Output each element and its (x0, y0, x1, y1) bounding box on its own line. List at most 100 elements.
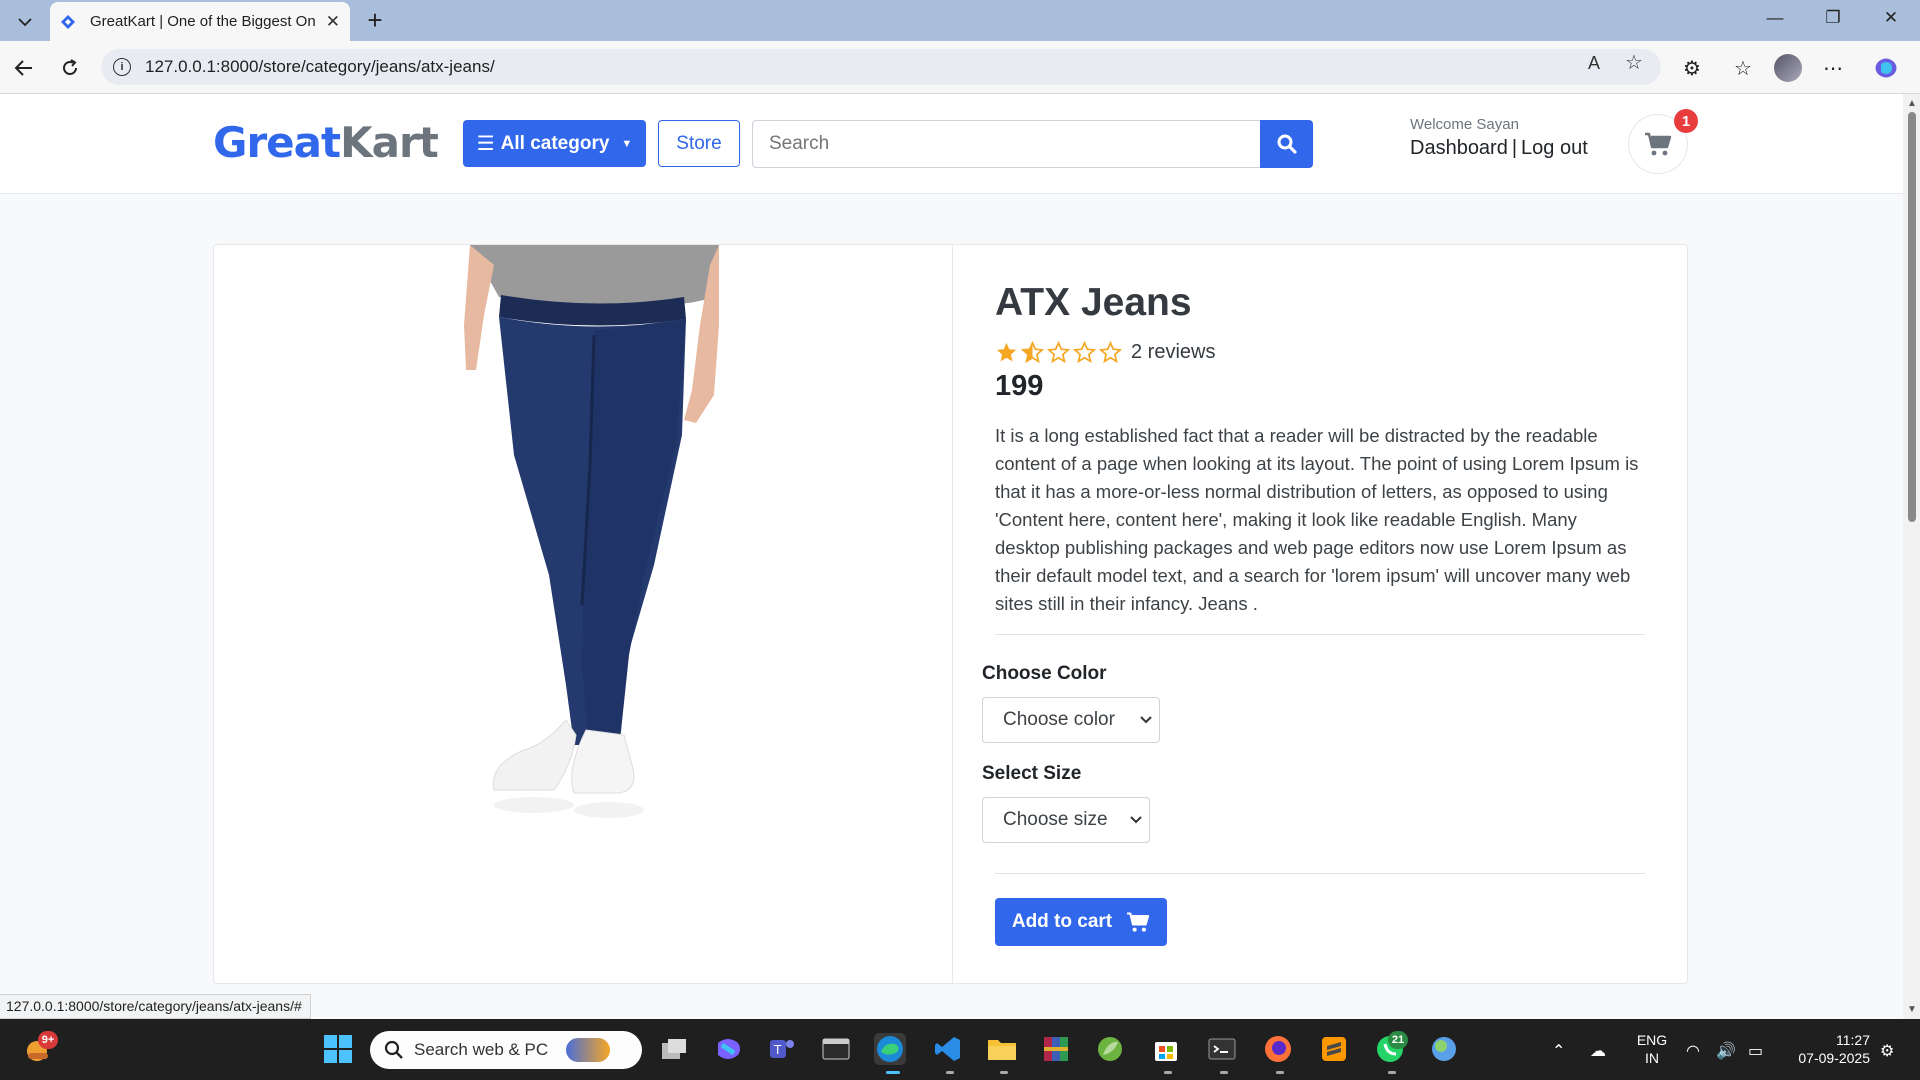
color-select[interactable]: Choose color (982, 697, 1160, 743)
copilot-app-icon[interactable] (712, 1033, 744, 1065)
browser-toolbar: i 127.0.0.1:8000/store/category/jeans/at… (0, 41, 1920, 94)
window-close-button[interactable]: ✕ (1876, 8, 1906, 28)
product-price: 199 (995, 370, 1044, 402)
address-url: 127.0.0.1:8000/store/category/jeans/atx-… (145, 57, 495, 76)
product-description: It is a long established fact that a rea… (995, 425, 1639, 614)
product-image[interactable] (214, 245, 952, 985)
language-code: ENG (1636, 1032, 1668, 1048)
star-empty-icon (1073, 341, 1096, 364)
star-half-icon (1021, 341, 1044, 364)
add-to-cart-button[interactable]: Add to cart (995, 898, 1167, 946)
tab-close-icon[interactable]: ✕ (326, 12, 340, 32)
command-prompt-icon[interactable] (1206, 1033, 1238, 1065)
tray-chevron-up-icon[interactable]: ⌃ (1552, 1041, 1565, 1061)
clock[interactable]: 11:27 07-09-2025 (1780, 1031, 1870, 1067)
spring-tool-icon[interactable] (1094, 1033, 1126, 1065)
taskbar-search-text: Search web & PC (414, 1040, 549, 1059)
site-favicon-icon (60, 14, 76, 30)
page-scrollbar[interactable]: ▲ ▼ (1903, 94, 1920, 1019)
extensions-icon[interactable]: ⚙ (1676, 52, 1708, 84)
search-highlight-icon (566, 1038, 611, 1062)
maximize-button[interactable]: ❐ (1818, 8, 1848, 28)
cart-icon (1645, 132, 1672, 156)
browser-tab-bar: GreatKart | One of the Biggest On ✕ + — … (0, 0, 1920, 41)
explorer-running-indicator (1000, 1071, 1008, 1074)
site-info-icon[interactable]: i (113, 58, 131, 76)
vscode-icon[interactable] (932, 1033, 964, 1065)
file-explorer-icon[interactable] (986, 1033, 1018, 1065)
cart-icon (1127, 912, 1150, 932)
taskbar-search[interactable]: Search web & PC (370, 1031, 642, 1069)
whatsapp-running-indicator (1388, 1071, 1396, 1074)
welcome-text: Welcome Sayan (1410, 116, 1519, 133)
teams-icon[interactable]: T (766, 1033, 798, 1065)
site-logo[interactable]: GreatKart (213, 118, 439, 167)
minimize-button[interactable]: — (1760, 8, 1790, 28)
more-menu-icon[interactable]: ⋯ (1817, 52, 1849, 84)
scroll-up-icon[interactable]: ▲ (1907, 98, 1917, 109)
browser-tab[interactable]: GreatKart | One of the Biggest On ✕ (50, 2, 350, 41)
read-aloud-icon[interactable]: A (1588, 53, 1600, 74)
wifi-icon[interactable]: ◠ (1686, 1041, 1700, 1061)
weather-app-icon[interactable] (1428, 1033, 1460, 1065)
microsoft-store-icon[interactable] (1150, 1033, 1182, 1065)
profile-avatar[interactable] (1772, 52, 1804, 84)
size-select[interactable]: Choose size (982, 797, 1150, 843)
store-button[interactable]: Store (658, 120, 740, 167)
edge-active-indicator (886, 1071, 900, 1074)
search-button[interactable] (1260, 120, 1313, 168)
favorite-star-icon[interactable]: ☆ (1625, 50, 1643, 75)
task-view-icon[interactable] (658, 1033, 690, 1065)
size-select-value: Choose size (1003, 809, 1108, 830)
logout-link[interactable]: Log out (1521, 137, 1588, 159)
chevron-down-icon (18, 18, 32, 27)
hamburger-icon: ☰ (476, 133, 495, 155)
new-tab-button[interactable]: + (360, 5, 390, 36)
volume-icon[interactable]: 🔊 (1716, 1041, 1736, 1061)
back-button[interactable] (8, 52, 40, 84)
winrar-icon[interactable] (1040, 1033, 1072, 1065)
tab-list-button[interactable] (8, 8, 42, 36)
jeans-photo (464, 245, 719, 818)
search-form (752, 120, 1313, 168)
divider (995, 634, 1645, 635)
language-indicator[interactable]: ENG IN (1632, 1031, 1672, 1067)
divider (995, 873, 1645, 874)
firefox-icon[interactable] (1262, 1033, 1294, 1065)
scroll-down-icon[interactable]: ▼ (1907, 1004, 1917, 1015)
copilot-icon[interactable] (1870, 52, 1902, 84)
product-card: ATX Jeans 2 reviews 199 It is a long est… (213, 244, 1689, 985)
sublime-text-icon[interactable] (1318, 1033, 1350, 1065)
search-icon (384, 1040, 403, 1059)
user-nav: Dashboard | Log out (1410, 137, 1588, 160)
start-button[interactable] (322, 1033, 354, 1065)
whatsapp-badge: 21 (1388, 1031, 1408, 1049)
all-category-button[interactable]: ☰ All category ▼ (463, 120, 646, 167)
page-viewport: GreatKart ☰ All category ▼ Store Welcome… (0, 94, 1903, 1019)
cmd-running-indicator (1220, 1071, 1228, 1074)
search-icon (1277, 134, 1297, 154)
star-empty-icon (1099, 341, 1122, 364)
product-title: ATX Jeans (995, 281, 1192, 324)
chevron-down-icon (1130, 816, 1142, 824)
favorites-icon[interactable]: ☆ (1727, 52, 1759, 84)
vscode-running-indicator (946, 1071, 954, 1074)
product-info: ATX Jeans 2 reviews 199 It is a long est… (953, 245, 1689, 985)
tab-title: GreatKart | One of the Biggest On (90, 13, 316, 30)
star-full-icon (996, 342, 1017, 362)
battery-icon[interactable]: ▭ (1748, 1041, 1763, 1061)
edge-browser-icon[interactable] (874, 1033, 906, 1065)
terminal-app-icon[interactable] (820, 1033, 852, 1065)
taskbar: 9+ Search web & PC T 21 ⌃ ☁ ENG IN ◠ 🔊 ▭… (0, 1019, 1920, 1080)
notifications-icon[interactable]: ⚙ (1880, 1041, 1894, 1061)
clock-time: 11:27 (1836, 1032, 1870, 1048)
scrollbar-thumb[interactable] (1908, 112, 1916, 522)
clock-date: 07-09-2025 (1798, 1050, 1870, 1066)
address-bar[interactable]: i 127.0.0.1:8000/store/category/jeans/at… (101, 49, 1661, 85)
site-header: GreatKart ☰ All category ▼ Store Welcome… (0, 94, 1903, 194)
dashboard-link[interactable]: Dashboard (1410, 137, 1508, 159)
logo-kart: Kart (340, 118, 439, 167)
reload-button[interactable] (54, 52, 86, 84)
onedrive-icon[interactable]: ☁ (1590, 1041, 1606, 1061)
search-input[interactable] (752, 120, 1260, 168)
